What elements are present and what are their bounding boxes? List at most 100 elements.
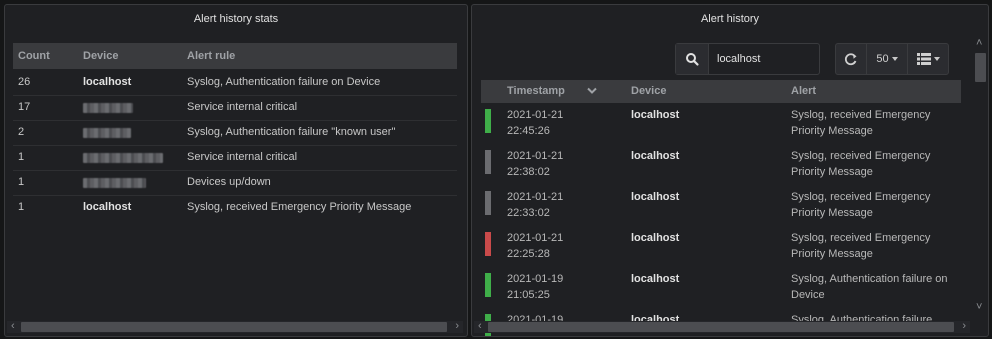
status-indicator — [485, 150, 491, 174]
alert-text-line: Syslog, Authentication failure on — [791, 273, 948, 285]
list-columns-icon — [916, 53, 931, 66]
timestamp-time: 21:05:25 — [507, 289, 550, 301]
count-cell: 26 — [18, 76, 31, 88]
alert-cell: Syslog, received Emergency Priority Messa… — [791, 189, 956, 221]
scroll-right-icon[interactable]: › — [962, 320, 966, 332]
timestamp-cell: 2021-01-21 22:33:02 — [507, 189, 563, 221]
timestamp-date: 2021-01-21 — [507, 150, 564, 162]
scrollbar-thumb[interactable] — [488, 322, 954, 332]
device-cell[interactable]: localhost — [631, 271, 679, 287]
table-row[interactable]: 2021-01-19 21:05:25 localhost Syslog, Authe… — [481, 268, 961, 309]
timestamp-cell: 2021-01-21 22:38:02 — [507, 148, 563, 180]
scroll-down-icon[interactable]: ˅ — [976, 301, 982, 313]
count-cell: 17 — [18, 101, 31, 113]
alert-rule-cell: Service internal critical — [187, 151, 298, 163]
timestamp-date: 2021-01-21 — [507, 109, 564, 121]
status-indicator — [485, 191, 491, 215]
scroll-right-icon[interactable]: › — [455, 320, 459, 332]
chevron-down-icon[interactable] — [587, 87, 597, 95]
table-row[interactable]: 2021-01-21 22:45:26 localhost Syslog, recei… — [481, 104, 961, 145]
column-header-device[interactable]: Device — [631, 80, 666, 103]
stats-table-header: Count Device Alert rule — [13, 43, 457, 69]
scrollbar-thumb[interactable] — [21, 322, 447, 332]
column-header-timestamp[interactable]: Timestamp — [507, 80, 565, 103]
table-row[interactable]: 1 Devices up/down — [13, 170, 457, 196]
refresh-icon — [844, 53, 857, 66]
scrollbar-thumb[interactable] — [975, 53, 986, 82]
timestamp-time: 22:38:02 — [507, 166, 550, 178]
search-button[interactable] — [676, 44, 709, 74]
search-box — [675, 43, 820, 75]
table-row[interactable]: 17 Service internal critical — [13, 95, 457, 121]
table-row[interactable]: 26 localhost Syslog, Authentication fail… — [13, 70, 457, 96]
timestamp-cell: 2021-01-21 22:45:26 — [507, 107, 563, 139]
status-indicator — [485, 109, 491, 133]
redacted-device-name — [83, 128, 131, 138]
timestamp-time: 22:33:02 — [507, 207, 550, 219]
timestamp-date: 2021-01-21 — [507, 232, 564, 244]
horizontal-scrollbar[interactable]: ‹ › — [7, 320, 463, 333]
alert-text-line: Device — [791, 289, 825, 301]
alert-rule-cell: Syslog, Authentication failure on Device — [187, 76, 381, 88]
table-row[interactable]: 2021-01-21 22:33:02 localhost Syslog, recei… — [481, 186, 961, 227]
count-cell: 2 — [18, 126, 25, 138]
timestamp-date: 2021-01-19 — [507, 273, 564, 285]
scroll-up-icon[interactable]: ˄ — [976, 37, 982, 49]
column-header-alert[interactable]: Alert — [791, 80, 816, 103]
device-cell[interactable]: localhost — [631, 148, 679, 164]
alert-cell: Syslog, received Emergency Priority Messa… — [791, 230, 956, 262]
alert-text-line: Syslog, received Emergency — [791, 150, 931, 162]
status-indicator — [485, 273, 491, 297]
alert-rule-cell: Syslog, received Emergency Priority Mess… — [187, 201, 412, 213]
device-cell[interactable]: localhost — [83, 195, 131, 219]
vertical-scrollbar[interactable]: ˄ ˅ — [973, 37, 987, 316]
panel-title: Alert history stats — [193, 13, 279, 25]
history-table-header: Timestamp Device Alert — [481, 80, 961, 103]
device-cell[interactable]: localhost — [631, 189, 679, 205]
timestamp-time: 22:25:28 — [507, 248, 550, 260]
refresh-button[interactable] — [836, 44, 866, 74]
table-row[interactable]: 2021-01-21 22:25:28 localhost Syslog, recei… — [481, 227, 961, 268]
alert-cell: Syslog, Authentication failure on Device — [791, 271, 956, 303]
alert-text-line: Syslog, received Emergency — [791, 191, 931, 203]
alert-cell: Syslog, received Emergency Priority Messa… — [791, 148, 956, 180]
timestamp-date: 2021-01-21 — [507, 191, 564, 203]
redacted-device-name — [83, 103, 133, 113]
alert-history-stats-panel: Alert history stats Count Device Alert r… — [4, 4, 468, 337]
search-input[interactable] — [709, 44, 817, 74]
table-row[interactable]: 2021-01-21 22:38:02 localhost Syslog, recei… — [481, 145, 961, 186]
timestamp-time: 22:45:26 — [507, 125, 550, 137]
table-row[interactable]: 1 localhost Syslog, received Emergency P… — [13, 195, 457, 220]
search-icon — [686, 53, 699, 66]
table-row[interactable]: 1 Service internal critical — [13, 145, 457, 171]
page-size-value: 50 — [876, 53, 889, 65]
panel-title: Alert history — [700, 13, 760, 25]
scroll-left-icon[interactable]: ‹ — [478, 320, 482, 332]
timestamp-cell: 2021-01-19 21:05:25 — [507, 271, 563, 303]
device-cell[interactable]: localhost — [631, 230, 679, 246]
column-header-alert-rule[interactable]: Alert rule — [187, 43, 235, 69]
alert-text-line: Priority Message — [791, 207, 873, 219]
alert-text-line: Syslog, received Emergency — [791, 109, 931, 121]
columns-dropdown[interactable] — [908, 44, 948, 74]
alert-history-panel: Alert history 50 — [471, 4, 989, 337]
redacted-device-name — [83, 153, 163, 163]
caret-down-icon — [891, 57, 898, 62]
horizontal-scrollbar[interactable]: ‹ › — [474, 320, 970, 333]
device-cell[interactable]: localhost — [83, 70, 131, 94]
count-cell: 1 — [18, 176, 25, 188]
alert-text-line: Priority Message — [791, 125, 873, 137]
page-size-dropdown[interactable]: 50 — [867, 44, 907, 74]
table-toolbar: 50 — [835, 43, 949, 75]
column-header-count[interactable]: Count — [18, 43, 50, 69]
table-row[interactable]: 2 Syslog, Authentication failure "known … — [13, 120, 457, 146]
alert-text-line: Priority Message — [791, 248, 873, 260]
count-cell: 1 — [18, 151, 25, 163]
alert-rule-cell: Syslog, Authentication failure "known us… — [187, 126, 396, 138]
scroll-left-icon[interactable]: ‹ — [11, 320, 15, 332]
count-cell: 1 — [18, 201, 25, 213]
device-cell[interactable]: localhost — [631, 107, 679, 123]
column-header-device[interactable]: Device — [83, 43, 118, 69]
alert-text-line: Priority Message — [791, 166, 873, 178]
alert-cell: Syslog, received Emergency Priority Messa… — [791, 107, 956, 139]
